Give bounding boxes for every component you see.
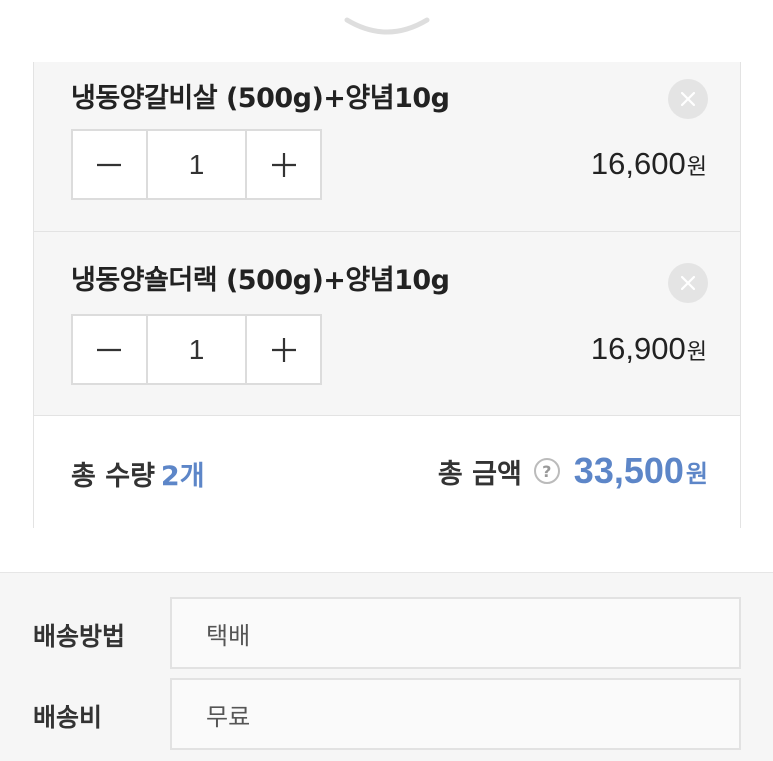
total-amount-value: 33,500 [573, 450, 684, 491]
remove-option-button[interactable] [668, 263, 708, 303]
help-icon[interactable]: ? [533, 458, 560, 484]
currency-unit: 원 [685, 459, 708, 488]
total-quantity-value: 2개 [160, 461, 205, 492]
sheet-header [0, 0, 773, 62]
total-amount-label: 총 금액 [437, 458, 522, 490]
currency-unit: 원 [686, 155, 707, 180]
currency-unit: 원 [686, 340, 707, 365]
option-item: 냉동양숄더랙 (500g)+양념10g 1 16,900원 [34, 232, 740, 416]
close-icon [680, 275, 696, 291]
decrease-quantity-button[interactable] [73, 131, 146, 198]
shipping-fee-field: 무료 [170, 678, 741, 750]
shipping-method-label: 배송방법 [33, 622, 126, 651]
chevron-down-icon[interactable] [343, 14, 431, 42]
total-amount: 총 금액 ? 33,500 원 [438, 450, 708, 492]
shipping-fee-row: 배송비 무료 [0, 678, 773, 750]
close-icon [680, 91, 696, 107]
increase-quantity-button[interactable] [247, 131, 320, 198]
quantity-value[interactable]: 1 [145, 131, 248, 198]
shipping-method-field: 택배 [170, 597, 741, 669]
total-quantity-label: 총 수량 [71, 461, 155, 492]
shipping-fee-label: 배송비 [33, 703, 103, 732]
increase-quantity-button[interactable] [247, 316, 320, 383]
option-item: 냉동양갈비살 (500g)+양념10g 1 16,600원 [34, 62, 740, 232]
minus-icon [97, 348, 122, 351]
option-price-value: 16,900 [590, 331, 686, 366]
decrease-quantity-button[interactable] [73, 316, 146, 383]
option-name: 냉동양숄더랙 (500g)+양념10g [71, 265, 450, 296]
plus-icon [271, 152, 296, 177]
option-price: 16,600원 [591, 146, 707, 182]
option-name: 냉동양갈비살 (500g)+양념10g [71, 83, 450, 114]
selected-options-panel: 냉동양갈비살 (500g)+양념10g 1 16,600원 냉동양숄더랙 (50… [33, 62, 741, 528]
quantity-value[interactable]: 1 [145, 316, 248, 383]
order-totals: 총 수량 2개 총 금액 ? 33,500 원 [34, 416, 740, 528]
quantity-stepper: 1 [71, 314, 322, 385]
shipping-method-row: 배송방법 택배 [0, 597, 773, 669]
minus-icon [97, 163, 122, 166]
quantity-stepper: 1 [71, 129, 322, 200]
remove-option-button[interactable] [668, 79, 708, 119]
total-quantity: 총 수량 2개 [71, 454, 205, 493]
plus-icon [271, 337, 296, 362]
shipping-info: 배송방법 택배 배송비 무료 [0, 572, 773, 761]
option-price-value: 16,600 [590, 146, 686, 181]
option-price: 16,900원 [591, 331, 707, 367]
